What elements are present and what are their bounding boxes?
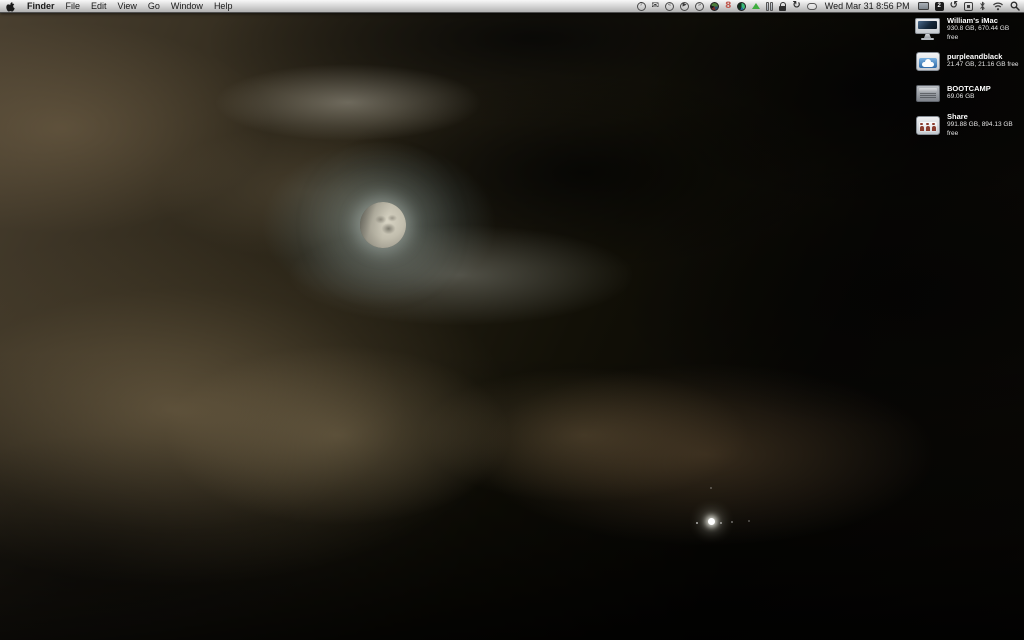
- small-star: [731, 521, 733, 523]
- app-menu-finder[interactable]: Finder: [27, 0, 55, 12]
- network-share-drive-icon: [914, 112, 941, 138]
- menu-edit[interactable]: Edit: [91, 0, 107, 12]
- volume-williams-imac[interactable]: William's iMac 930.8 GB, 670.44 GB free: [914, 16, 1020, 42]
- menu-bar-left: Finder File Edit View Go Window Help: [6, 0, 232, 12]
- volume-info: 991.88 GB, 894.13 GB free: [947, 121, 1013, 137]
- menu-bar-clock[interactable]: Wed Mar 31 8:56 PM: [823, 0, 912, 13]
- mail-icon[interactable]: ✉: [652, 0, 660, 13]
- volume-bootcamp[interactable]: BOOTCAMP 69.06 GB: [914, 80, 1020, 106]
- volume-info: 69.06 GB: [947, 93, 975, 101]
- meter-bars-icon[interactable]: [766, 0, 774, 13]
- small-star: [696, 522, 698, 524]
- internal-hard-drive-icon: [914, 80, 941, 106]
- desktop-volumes: William's iMac 930.8 GB, 670.44 GB free …: [914, 16, 1020, 144]
- menu-window[interactable]: Window: [171, 0, 203, 12]
- activity-rings-icon[interactable]: 8: [725, 0, 731, 13]
- menu-go[interactable]: Go: [148, 0, 160, 12]
- menu-bar: Finder File Edit View Go Window Help ? ✉…: [0, 0, 1024, 13]
- ichat-bubble-icon[interactable]: [806, 0, 817, 13]
- screen-sharing-icon[interactable]: [964, 1, 973, 11]
- menu-file[interactable]: File: [66, 0, 81, 12]
- help-icon[interactable]: ?: [636, 1, 646, 11]
- disk-usage-pie-icon[interactable]: [737, 0, 747, 13]
- spaces-number: 2: [934, 1, 944, 11]
- moon: [360, 202, 406, 248]
- upload-arrow-icon[interactable]: [752, 0, 761, 13]
- imac-icon: [914, 16, 941, 42]
- spotlight-icon[interactable]: [1010, 0, 1020, 13]
- previous-track-icon[interactable]: «: [665, 1, 675, 11]
- menu-help[interactable]: Help: [214, 0, 233, 12]
- small-star: [720, 522, 722, 524]
- volume-info: 930.8 GB, 670.44 GB free: [947, 25, 1010, 41]
- menu-view[interactable]: View: [118, 0, 137, 12]
- pinwheel-icon[interactable]: [710, 0, 720, 13]
- small-star: [710, 487, 712, 489]
- volume-share[interactable]: Share 991.88 GB, 894.13 GB free: [914, 112, 1020, 138]
- keychain-lock-icon[interactable]: [779, 0, 787, 13]
- external-drive-clouds-icon: [914, 48, 941, 74]
- bright-star: [708, 518, 715, 525]
- apple-menu-icon[interactable]: [6, 1, 15, 12]
- spaces-icon[interactable]: 2: [934, 0, 944, 13]
- menu-bar-status-area: ? ✉ « ▶ » 8 ↻ Wed Mar 31 8:56 PM 2 ↺: [636, 0, 1020, 13]
- next-track-icon[interactable]: »: [695, 1, 705, 11]
- displays-icon[interactable]: [917, 0, 929, 13]
- volume-info: 21.47 GB, 21.16 GB free: [947, 61, 1019, 69]
- volume-purpleandblack[interactable]: purpleandblack 21.47 GB, 21.16 GB free: [914, 48, 1020, 74]
- airport-wifi-icon[interactable]: [992, 0, 1004, 13]
- desktop-wallpaper: [0, 0, 1024, 640]
- play-icon[interactable]: ▶: [680, 1, 690, 11]
- small-star: [748, 520, 750, 522]
- time-machine-icon[interactable]: ↺: [950, 0, 958, 13]
- sync-icon[interactable]: ↻: [792, 0, 800, 13]
- bluetooth-icon[interactable]: [979, 0, 986, 13]
